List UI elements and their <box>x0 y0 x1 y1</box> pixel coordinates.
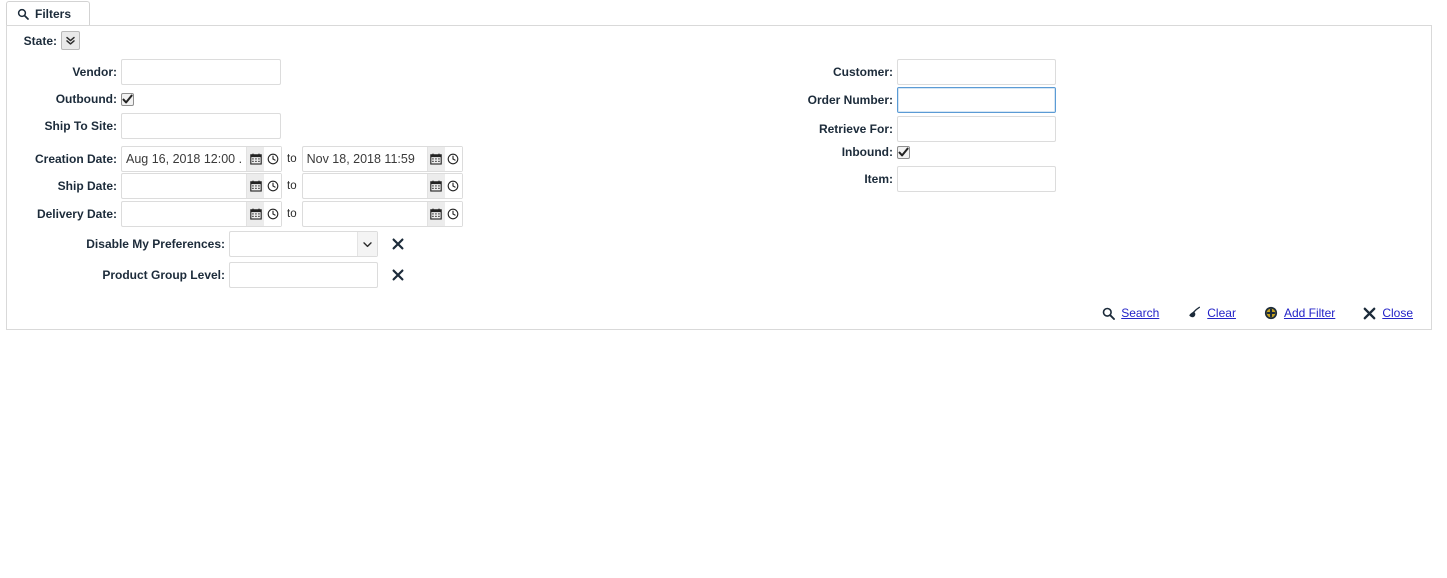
search-icon <box>17 8 29 20</box>
close-x-icon <box>1363 307 1376 320</box>
delivery-date-to-calendar-icon[interactable] <box>426 202 445 226</box>
close-button[interactable]: Close <box>1363 306 1413 320</box>
ship-date-from-field <box>121 173 282 199</box>
field-row-state: State: <box>13 31 80 50</box>
close-x-icon <box>392 269 404 281</box>
state-expand-button[interactable] <box>61 31 80 50</box>
creation-date-from-clock-icon[interactable] <box>264 147 281 171</box>
field-row-inbound: Inbound: <box>787 145 910 159</box>
plus-circle-icon <box>1264 306 1278 320</box>
ship-date-to-input[interactable] <box>302 174 427 198</box>
delivery-date-to-field <box>301 201 463 227</box>
ship-to-site-input[interactable] <box>121 113 281 139</box>
order-number-label: Order Number: <box>807 93 893 107</box>
close-button-label: Close <box>1382 306 1413 320</box>
state-label: State: <box>23 33 57 48</box>
action-links: Search Clear Add Filter Close <box>1102 306 1413 320</box>
field-row-product-group-level: Product Group Level: <box>7 262 404 288</box>
item-input[interactable] <box>897 166 1056 192</box>
creation-date-to-clock-icon[interactable] <box>444 147 462 171</box>
ship-date-to-calendar-icon[interactable] <box>426 174 445 198</box>
checkmark-icon <box>122 94 133 103</box>
field-row-creation-date: Creation Date: Aug 16, 2018 12:00 . to N… <box>7 146 463 172</box>
search-button[interactable]: Search <box>1102 306 1159 320</box>
delivery-date-from-input[interactable] <box>122 202 246 226</box>
disable-my-preferences-select[interactable] <box>229 231 378 257</box>
clear-button-label: Clear <box>1207 306 1236 320</box>
ship-date-to-separator: to <box>287 180 297 192</box>
creation-date-from-calendar-icon[interactable] <box>246 147 264 171</box>
field-row-outbound: Outbound: <box>7 92 134 106</box>
disable-my-preferences-label: Disable My Preferences: <box>86 237 225 251</box>
filters-panel: State: Vendor: Outbound: Ship To Site: C… <box>6 25 1432 330</box>
order-number-input[interactable] <box>897 87 1056 113</box>
delivery-date-to-input[interactable] <box>302 202 427 226</box>
delivery-date-to-separator: to <box>287 208 297 220</box>
field-row-delivery-date: Delivery Date: to <box>7 201 463 227</box>
add-filter-button[interactable]: Add Filter <box>1264 306 1335 320</box>
ship-date-to-clock-icon[interactable] <box>444 174 462 198</box>
creation-date-to-calendar-icon[interactable] <box>426 147 445 171</box>
tab-strip: Filters <box>6 0 1433 26</box>
ship-date-from-clock-icon[interactable] <box>264 174 281 198</box>
retrieve-for-input[interactable] <box>897 116 1056 142</box>
product-group-level-label: Product Group Level: <box>102 268 225 282</box>
product-group-level-input[interactable] <box>229 262 378 288</box>
tab-filters-label: Filters <box>35 7 72 21</box>
remove-disable-my-preferences-button[interactable] <box>392 238 404 250</box>
vendor-input[interactable] <box>121 59 281 85</box>
search-button-label: Search <box>1121 306 1160 320</box>
customer-input[interactable] <box>897 59 1056 85</box>
ship-date-from-input[interactable] <box>122 174 246 198</box>
creation-date-to-input[interactable] <box>302 147 427 171</box>
field-row-customer: Customer: <box>787 59 1056 85</box>
delivery-date-from-calendar-icon[interactable] <box>246 202 264 226</box>
field-row-retrieve-for: Retrieve For: <box>787 116 1056 142</box>
ship-to-site-label: Ship To Site: <box>44 119 117 133</box>
clear-button[interactable]: Clear <box>1187 306 1236 320</box>
search-icon <box>1102 307 1116 320</box>
ship-date-label: Ship Date: <box>57 179 117 193</box>
delivery-date-from-field <box>121 201 282 227</box>
field-row-disable-my-preferences: Disable My Preferences: <box>7 231 404 257</box>
inbound-checkbox[interactable] <box>897 145 910 159</box>
item-label: Item: <box>864 172 893 186</box>
tab-filters[interactable]: Filters <box>6 1 91 26</box>
delivery-date-from-clock-icon[interactable] <box>264 202 281 226</box>
creation-date-to-field <box>301 146 463 172</box>
field-row-ship-to-site: Ship To Site: <box>7 113 281 139</box>
vendor-label: Vendor: <box>72 65 117 79</box>
customer-label: Customer: <box>832 65 893 79</box>
outbound-label: Outbound: <box>55 92 117 106</box>
field-row-ship-date: Ship Date: to <box>7 173 463 199</box>
creation-date-from-field <box>121 146 282 172</box>
creation-date-from-input[interactable] <box>122 147 246 171</box>
delivery-date-label: Delivery Date: <box>36 207 117 221</box>
field-row-item: Item: <box>787 166 1056 192</box>
eraser-icon <box>1187 306 1201 320</box>
remove-product-group-level-button[interactable] <box>392 269 404 281</box>
field-row-order-number: Order Number: <box>787 87 1056 113</box>
creation-date-to-separator: to <box>287 153 297 165</box>
chevron-down-icon[interactable] <box>357 232 377 256</box>
retrieve-for-label: Retrieve For: <box>818 122 893 136</box>
delivery-date-to-clock-icon[interactable] <box>444 202 462 226</box>
creation-date-label: Creation Date: <box>34 152 117 166</box>
double-chevron-down-icon <box>66 36 75 45</box>
add-filter-button-label: Add Filter <box>1283 306 1336 320</box>
field-row-vendor: Vendor: <box>7 59 281 85</box>
inbound-label: Inbound: <box>841 145 893 159</box>
ship-date-from-calendar-icon[interactable] <box>246 174 264 198</box>
close-x-icon <box>392 238 404 250</box>
outbound-checkbox[interactable] <box>121 92 134 106</box>
ship-date-to-field <box>301 173 463 199</box>
checkmark-icon <box>898 147 909 156</box>
